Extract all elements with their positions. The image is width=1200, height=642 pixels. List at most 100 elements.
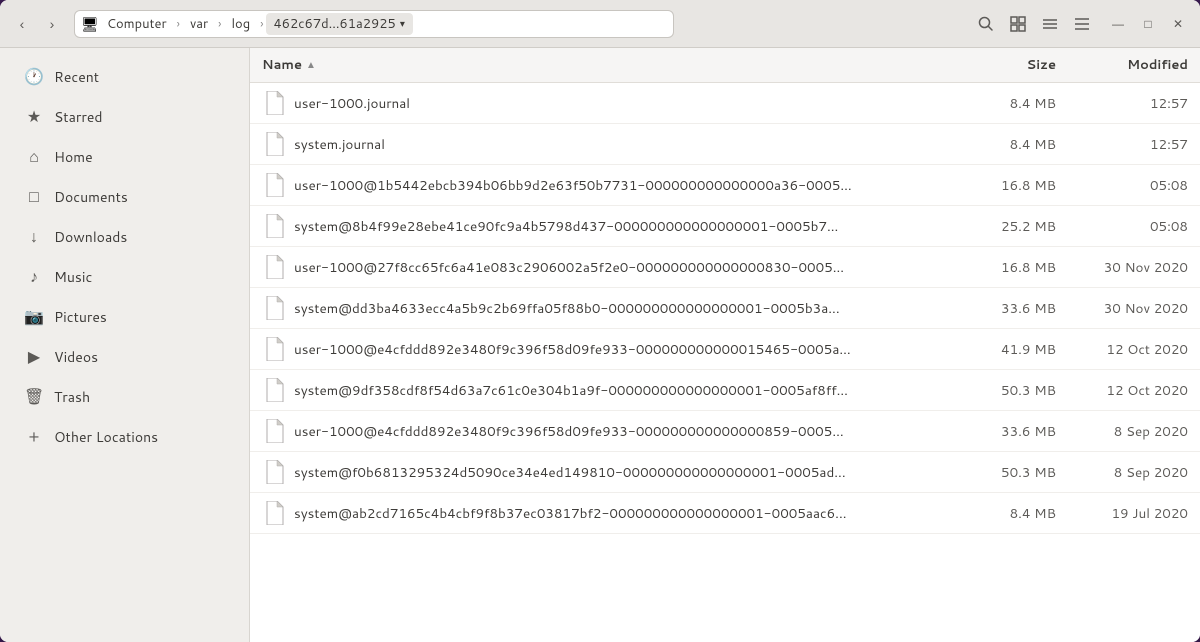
file-name: system@9df358cdf8f54d63a7c61c0e304b1a9f-… — [294, 381, 968, 400]
file-rows-container: user-1000.journal8.4 MB12:57 system.jour… — [250, 83, 1200, 534]
file-icon — [262, 294, 286, 322]
file-modified: 05:08 — [1068, 176, 1188, 195]
file-name: system@8b4f99e28ebe41ce90fc9a4b5798d437-… — [294, 217, 968, 236]
file-size: 50.3 MB — [968, 463, 1068, 482]
sort-by-modified[interactable]: Modified — [1068, 56, 1188, 74]
minimize-button[interactable]: — — [1104, 10, 1132, 38]
other-locations-icon: + — [24, 425, 44, 448]
trash-icon: 🗑 — [24, 385, 44, 408]
sidebar-label-recent: Recent — [54, 67, 99, 87]
documents-icon: □ — [24, 185, 44, 208]
sidebar: 🕐Recent★Starred ⌂ Home □Documents↓Downloads… — [0, 48, 250, 642]
sidebar-label-home: Home — [54, 147, 93, 167]
file-modified: 05:08 — [1068, 217, 1188, 236]
name-header-label: Name — [262, 56, 302, 74]
window-controls: — □ ✕ — [1104, 10, 1192, 38]
sidebar-item-documents[interactable]: □Documents — [8, 177, 241, 216]
breadcrumb-var[interactable]: var — [182, 13, 216, 35]
table-row[interactable]: system@ab2cd7165c4b4cbf9f8b37ec03817bf2-… — [250, 493, 1200, 534]
file-icon — [262, 376, 286, 404]
sidebar-label-other-locations: Other Locations — [54, 427, 158, 447]
file-icon — [262, 458, 286, 486]
videos-icon: ▶ — [24, 345, 44, 368]
breadcrumb-journal[interactable]: 462c67d...61a2925 ▾ — [266, 13, 413, 35]
breadcrumb-sep-3: › — [258, 15, 265, 32]
file-modified: 8 Sep 2020 — [1068, 422, 1188, 441]
sidebar-label-starred: Starred — [54, 107, 103, 127]
file-modified: 12 Oct 2020 — [1068, 340, 1188, 359]
file-name: system@ab2cd7165c4b4cbf9f8b37ec03817bf2-… — [294, 504, 968, 523]
file-size: 33.6 MB — [968, 299, 1068, 318]
file-modified: 12 Oct 2020 — [1068, 381, 1188, 400]
sidebar-label-pictures: Pictures — [54, 307, 107, 327]
sidebar-item-music[interactable]: ♪Music — [8, 257, 241, 296]
table-row[interactable]: user-1000@27f8cc65fc6a41e083c2906002a5f2… — [250, 247, 1200, 288]
file-size: 8.4 MB — [968, 504, 1068, 523]
sort-arrow-icon: ▲ — [306, 58, 316, 72]
file-name: system@dd3ba4633ecc4a5b9c2b69ffa05f88b0-… — [294, 299, 968, 318]
sidebar-item-pictures[interactable]: 📷Pictures — [8, 297, 241, 336]
table-row[interactable]: user-1000.journal8.4 MB12:57 — [250, 83, 1200, 124]
table-row[interactable]: user-1000@1b5442ebcb394b06bb9d2e63f50b77… — [250, 165, 1200, 206]
file-icon — [262, 499, 286, 527]
file-icon — [262, 89, 286, 117]
file-modified: 8 Sep 2020 — [1068, 463, 1188, 482]
sidebar-item-starred[interactable]: ★Starred — [8, 97, 241, 136]
sidebar-item-other-locations[interactable]: + Other Locations — [8, 417, 241, 456]
modified-header-label: Modified — [1127, 56, 1188, 74]
maximize-button[interactable]: □ — [1134, 10, 1162, 38]
file-size: 25.2 MB — [968, 217, 1068, 236]
file-size: 41.9 MB — [968, 340, 1068, 359]
sidebar-item-downloads[interactable]: ↓Downloads — [8, 217, 241, 256]
list-view-button[interactable] — [1036, 10, 1064, 38]
close-button[interactable]: ✕ — [1164, 10, 1192, 38]
sort-by-size[interactable]: Size — [968, 56, 1068, 74]
table-row[interactable]: system@8b4f99e28ebe41ce90fc9a4b5798d437-… — [250, 206, 1200, 247]
file-list-header: Name ▲ Size Modified — [250, 48, 1200, 83]
file-list[interactable]: Name ▲ Size Modified user-1000.journal8.… — [250, 48, 1200, 642]
sidebar-item-videos[interactable]: ▶ Videos — [8, 337, 241, 376]
breadcrumb-log[interactable]: log — [223, 13, 258, 35]
sort-by-name[interactable]: Name ▲ — [262, 56, 968, 74]
current-folder-label: 462c67d...61a2925 — [274, 15, 396, 33]
file-icon — [262, 212, 286, 240]
breadcrumb-computer[interactable]: Computer — [99, 13, 175, 35]
file-modified: 19 Jul 2020 — [1068, 504, 1188, 523]
file-name: system@f0b6813295324d5090ce34e4ed149810-… — [294, 463, 968, 482]
sidebar-label-videos: Videos — [54, 347, 98, 367]
file-icon — [262, 417, 286, 445]
file-size: 16.8 MB — [968, 176, 1068, 195]
search-button[interactable] — [972, 10, 1000, 38]
file-size: 8.4 MB — [968, 94, 1068, 113]
table-row[interactable]: user-1000@e4cfddd892e3480f9c396f58d09fe9… — [250, 329, 1200, 370]
grid-icon — [1010, 16, 1026, 32]
file-name: user-1000@1b5442ebcb394b06bb9d2e63f50b77… — [294, 176, 968, 195]
file-modified: 30 Nov 2020 — [1068, 299, 1188, 318]
table-row[interactable]: system@9df358cdf8f54d63a7c61c0e304b1a9f-… — [250, 370, 1200, 411]
grid-view-button[interactable] — [1004, 10, 1032, 38]
file-size: 33.6 MB — [968, 422, 1068, 441]
home-icon: ⌂ — [24, 145, 44, 168]
table-row[interactable]: system.journal8.4 MB12:57 — [250, 124, 1200, 165]
search-icon — [978, 16, 994, 32]
sidebar-label-trash: Trash — [54, 387, 90, 407]
sidebar-item-recent[interactable]: 🕐Recent — [8, 57, 241, 96]
file-size: 16.8 MB — [968, 258, 1068, 277]
titlebar: ‹ › 🖥 Computer › var › log › 462c67d...6… — [0, 0, 1200, 48]
file-icon — [262, 171, 286, 199]
table-row[interactable]: user-1000@e4cfddd892e3480f9c396f58d09fe9… — [250, 411, 1200, 452]
file-modified: 12:57 — [1068, 135, 1188, 154]
menu-button[interactable] — [1068, 10, 1096, 38]
file-icon — [262, 130, 286, 158]
table-row[interactable]: system@f0b6813295324d5090ce34e4ed149810-… — [250, 452, 1200, 493]
size-header-label: Size — [1027, 56, 1056, 74]
breadcrumb: 🖥 Computer › var › log › 462c67d...61a29… — [74, 10, 674, 38]
titlebar-right: — □ ✕ — [972, 10, 1192, 38]
sidebar-item-trash[interactable]: 🗑 Trash — [8, 377, 241, 416]
sidebar-item-home[interactable]: ⌂ Home — [8, 137, 241, 176]
file-modified: 30 Nov 2020 — [1068, 258, 1188, 277]
file-name: user-1000.journal — [294, 94, 968, 113]
forward-button[interactable]: › — [38, 10, 66, 38]
back-button[interactable]: ‹ — [8, 10, 36, 38]
table-row[interactable]: system@dd3ba4633ecc4a5b9c2b69ffa05f88b0-… — [250, 288, 1200, 329]
